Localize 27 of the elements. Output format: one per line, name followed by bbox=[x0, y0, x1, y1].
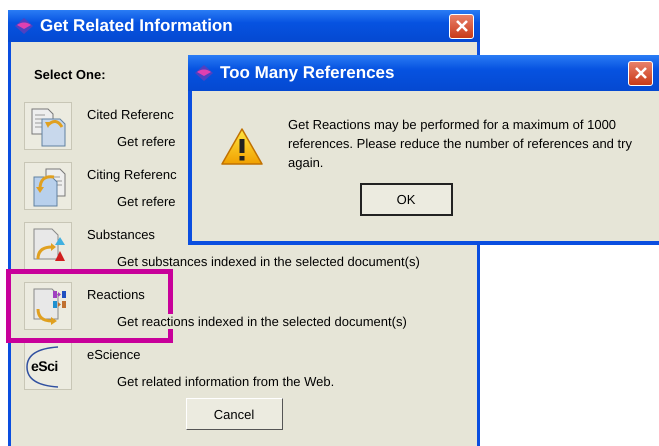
option-title: eScience bbox=[87, 347, 142, 362]
option-description: Get refere bbox=[117, 134, 176, 149]
option-title: Citing Referenc bbox=[87, 167, 177, 182]
option-button[interactable] bbox=[24, 162, 72, 210]
close-icon bbox=[634, 66, 648, 80]
prompt-label: Select One: bbox=[34, 67, 106, 82]
close-button[interactable] bbox=[449, 14, 474, 38]
cancel-button[interactable]: Cancel bbox=[186, 398, 282, 430]
option-description: Get related information from the Web. bbox=[117, 374, 334, 389]
diamond-icon bbox=[194, 64, 214, 82]
option-title: Cited Referenc bbox=[87, 107, 175, 122]
option-button[interactable] bbox=[24, 102, 72, 150]
warning-icon bbox=[220, 127, 264, 167]
option-description: Get substances indexed in the selected document(s) bbox=[117, 254, 420, 269]
option-title: Reactions bbox=[87, 287, 146, 302]
ok-button[interactable]: OK bbox=[360, 183, 452, 216]
option-button[interactable] bbox=[24, 282, 72, 330]
window-title: Get Related Information bbox=[40, 16, 234, 36]
diamond-icon bbox=[14, 17, 34, 35]
option-button[interactable] bbox=[24, 222, 72, 270]
close-icon bbox=[454, 19, 468, 33]
option-description: Get refere bbox=[117, 194, 176, 209]
alert-message: Get Reactions may be performed for a maximum of 1000 references. Please reduce the number of references and try again. bbox=[288, 116, 633, 172]
dialog-title: Too Many References bbox=[220, 63, 396, 83]
option-description: Get reactions indexed in the selected document(s) bbox=[117, 314, 407, 329]
close-button[interactable] bbox=[628, 60, 653, 86]
option-title: Substances bbox=[87, 227, 156, 242]
